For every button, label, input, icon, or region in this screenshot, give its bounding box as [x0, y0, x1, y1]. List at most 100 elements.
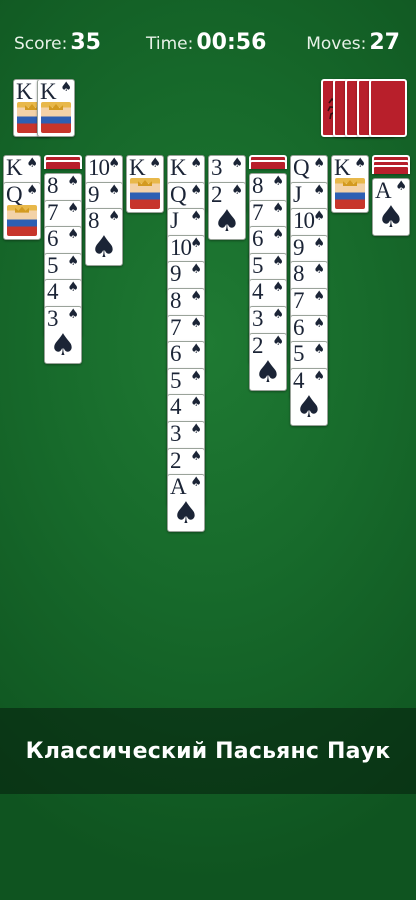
card-rank: 2: [211, 181, 222, 207]
spade-icon: ♠: [190, 448, 202, 464]
card-rank: 8: [170, 288, 181, 313]
spade-icon: ♠: [313, 209, 325, 225]
playing-card[interactable]: A ♠ ♠: [372, 178, 410, 236]
time-label: Time:: [146, 34, 194, 54]
spade-icon: ♠: [108, 209, 120, 225]
card-rank: K: [334, 155, 351, 180]
card-rank: 7: [293, 288, 304, 313]
card-rank: 6: [170, 341, 181, 367]
card-rank: 3: [170, 421, 181, 446]
card-rank: 10: [293, 208, 315, 234]
card-rank: 5: [170, 367, 181, 393]
spade-icon: ♠: [67, 227, 79, 243]
card-rank: 4: [170, 394, 181, 420]
face-down-card: [44, 160, 82, 169]
spade-icon: ♠: [272, 280, 284, 296]
spade-icon: ♠: [90, 230, 118, 266]
spade-icon: ♠: [67, 253, 79, 269]
playing-card[interactable]: Q ♠: [3, 181, 41, 240]
spade-icon: ♠: [26, 156, 38, 171]
spade-icon: ♠: [354, 156, 366, 171]
score-value: 35: [70, 30, 101, 55]
spade-icon: ♠: [108, 156, 120, 171]
playing-card[interactable]: 4 ♠ ♠: [290, 367, 328, 426]
spade-icon: ♠: [313, 368, 325, 384]
card-rank: 7: [47, 199, 58, 225]
card-rank: 2: [170, 447, 181, 473]
spade-icon: ♠: [190, 368, 202, 384]
spade-icon: ♠: [26, 182, 38, 198]
court-figure-icon: [7, 204, 37, 236]
spade-icon: ♠: [313, 182, 325, 198]
spade-icon: ♠: [190, 209, 202, 225]
spade-icon: ♠: [149, 156, 161, 171]
spade-icon: ♠: [272, 200, 284, 216]
spade-icon: ♠: [313, 156, 325, 171]
spade-icon: ♠: [172, 496, 200, 532]
card-rank: 10: [170, 234, 192, 260]
spade-icon: ♠: [190, 342, 202, 358]
spade-icon: ♠: [67, 280, 79, 296]
spade-icon: ♠: [313, 262, 325, 278]
playing-card[interactable]: A ♠ ♠: [167, 474, 205, 533]
playing-card[interactable]: 3 ♠ ♠: [44, 306, 82, 364]
spade-icon: ♠: [60, 80, 72, 95]
card-rank: 8: [47, 173, 58, 198]
playing-card[interactable]: 8 ♠ ♠: [85, 208, 123, 267]
spade-icon: ♠: [295, 389, 323, 425]
face-down-card: [249, 160, 287, 169]
spade-icon: ♠: [272, 333, 284, 349]
spade-icon: ♠: [254, 354, 282, 390]
card-rank: 5: [252, 252, 263, 278]
card-rank: 10: [88, 155, 110, 180]
card-rank: Q: [6, 181, 23, 207]
card-rank: 3: [252, 306, 263, 331]
court-figure-icon: [41, 102, 71, 133]
card-rank: Q: [293, 155, 310, 180]
playing-card[interactable]: K ♠: [126, 155, 164, 213]
spade-icon: ♠: [190, 182, 202, 198]
card-rank: 6: [293, 314, 304, 340]
score-display: Score: 35: [14, 30, 101, 55]
court-figure-icon: [335, 178, 365, 209]
spade-icon: ♠: [272, 253, 284, 269]
spade-icon: ♠: [190, 422, 202, 437]
spade-icon: ♠: [213, 203, 241, 239]
spade-icon: ♠: [190, 156, 202, 171]
spade-icon: ♠: [395, 179, 407, 194]
card-rank: 4: [47, 279, 58, 305]
spade-icon: ♠: [272, 307, 284, 322]
status-bar: Score: 35 Time: 00:56 Moves: 27: [0, 30, 416, 60]
card-rank: K: [40, 79, 57, 104]
spade-icon: ♠: [313, 289, 325, 304]
spade-icon: ♠: [49, 328, 77, 363]
card-rank: K: [16, 79, 33, 104]
score-label: Score:: [14, 34, 68, 54]
card-rank: Q: [170, 181, 187, 207]
face-down-card: [372, 165, 410, 174]
stock-pile-card[interactable]: [369, 79, 407, 137]
spade-icon: ♠: [67, 174, 79, 189]
card-rank: 6: [252, 226, 263, 252]
card-rank: 9: [170, 261, 181, 287]
card-rank: 5: [47, 252, 58, 278]
playing-card[interactable]: 2 ♠ ♠: [208, 181, 246, 240]
card-rank: 8: [252, 173, 263, 198]
spade-icon: ♠: [190, 262, 202, 278]
banner-title: Классический Пасьянс Паук: [25, 738, 391, 764]
spade-icon: ♠: [377, 200, 405, 235]
spade-icon: ♠: [67, 307, 79, 322]
spade-icon: ♠: [313, 315, 325, 331]
playing-card-foundation[interactable]: K♠: [37, 79, 75, 137]
spade-icon: ♠: [231, 182, 243, 198]
spade-icon: ♠: [190, 235, 202, 251]
playing-card[interactable]: 2 ♠ ♠: [249, 332, 287, 391]
spade-icon: ♠: [313, 235, 325, 251]
spade-icon: ♠: [272, 227, 284, 243]
card-rank: K: [129, 155, 146, 180]
spade-icon: ♠: [108, 182, 120, 198]
spade-icon: ♠: [190, 395, 202, 411]
card-rank: 4: [252, 279, 263, 305]
card-rank: 7: [170, 314, 181, 340]
playing-card[interactable]: K ♠: [331, 155, 369, 213]
